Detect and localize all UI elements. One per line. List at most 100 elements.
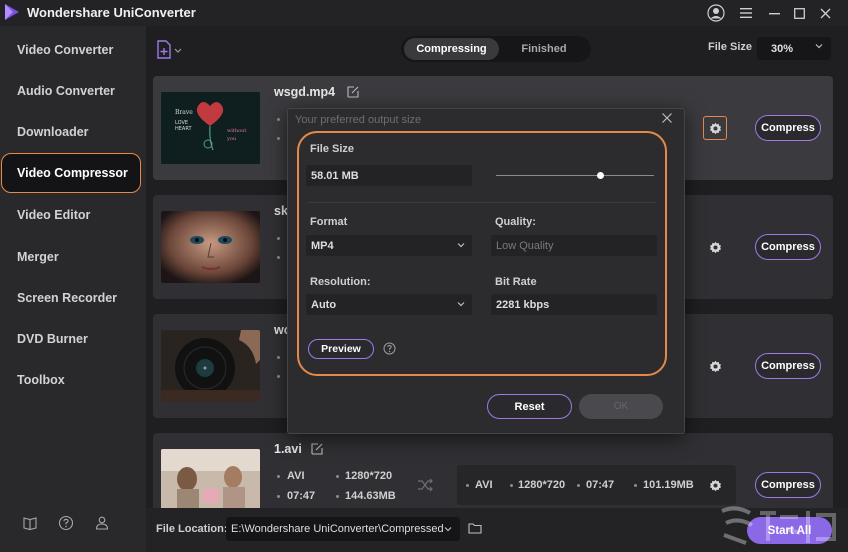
quality-placeholder: Low Quality — [496, 239, 554, 252]
settings-gear-icon[interactable] — [703, 235, 727, 259]
target-duration: 07:47 — [586, 479, 615, 491]
bullet — [277, 237, 280, 240]
users-icon[interactable] — [94, 515, 110, 531]
dialog-title: Your preferred output size — [295, 114, 422, 126]
file-name: sk — [274, 204, 288, 218]
sidebar-item-merger[interactable]: Merger — [0, 237, 146, 277]
bullet — [277, 495, 280, 498]
sidebar-item-downloader[interactable]: Downloader — [0, 112, 146, 152]
chevron-down-icon — [457, 302, 465, 307]
bullet — [277, 137, 280, 140]
file-size-value: 58.01 MB — [311, 169, 359, 182]
video-thumbnail — [161, 330, 260, 402]
sidebar-item-toolbox[interactable]: Toolbox — [0, 360, 146, 400]
svg-text:without: without — [227, 128, 246, 134]
app-logo-icon — [5, 4, 19, 20]
sidebar-item-video-compressor[interactable]: Video Compressor — [1, 153, 141, 193]
ok-button[interactable]: OK — [579, 394, 663, 419]
chevron-down-icon — [457, 243, 465, 248]
status-tabs: Compressing Finished — [401, 36, 591, 62]
svg-text:you: you — [226, 136, 237, 142]
sidebar-item-video-converter[interactable]: Video Converter — [0, 30, 146, 70]
bullet — [277, 356, 280, 359]
format-label: Format — [310, 216, 348, 228]
folder-icon[interactable] — [468, 521, 482, 535]
file-location-select[interactable]: E:\Wondershare UniConverter\Compressed — [226, 517, 460, 541]
file-size-slider-thumb[interactable] — [596, 172, 604, 179]
help-icon[interactable] — [58, 515, 74, 531]
file-size-slider[interactable] — [496, 175, 654, 176]
bullet — [277, 475, 280, 478]
bullet — [277, 375, 280, 378]
settings-gear-icon[interactable] — [703, 473, 727, 497]
edit-icon[interactable] — [311, 443, 323, 455]
svg-text:HEART: HEART — [175, 126, 192, 132]
file-name: wsgd.mp4 — [274, 85, 336, 99]
bitrate-field[interactable]: 2281 kbps — [491, 294, 657, 315]
file-size-label: File Size — [310, 143, 355, 155]
edit-icon[interactable] — [347, 86, 359, 98]
quality-field[interactable]: Low Quality — [491, 235, 657, 256]
video-thumbnail — [161, 211, 260, 283]
file-location-value: E:\Wondershare UniConverter\Compressed — [231, 523, 443, 535]
reset-button[interactable]: Reset — [487, 394, 572, 419]
tab-finished[interactable]: Finished — [501, 38, 587, 60]
close-icon[interactable] — [816, 4, 834, 22]
question-icon[interactable] — [383, 342, 396, 355]
file-name: 1.avi — [274, 442, 302, 456]
resolution-label: Resolution: — [310, 276, 371, 288]
sidebar-item-audio-converter[interactable]: Audio Converter — [0, 71, 146, 111]
settings-gear-icon[interactable] — [703, 116, 727, 140]
shuffle-arrow-icon — [418, 478, 433, 492]
compress-button[interactable]: Compress — [755, 115, 821, 141]
close-icon[interactable] — [661, 112, 673, 124]
watermark-logo — [721, 506, 836, 545]
file-size-field[interactable]: 58.01 MB — [306, 165, 472, 186]
source-size: 144.63MB — [345, 490, 396, 502]
bullet — [336, 475, 339, 478]
compress-button[interactable]: Compress — [755, 472, 821, 498]
bullet — [277, 256, 280, 259]
source-resolution: 1280*720 — [345, 470, 393, 482]
file-size-value: 30% — [771, 42, 794, 55]
source-duration: 07:47 — [287, 490, 316, 502]
chevron-down-icon — [815, 44, 823, 49]
sidebar-item-screen-recorder[interactable]: Screen Recorder — [0, 278, 146, 318]
sidebar-item-dvd-burner[interactable]: DVD Burner — [0, 319, 146, 359]
video-thumbnail — [161, 449, 260, 513]
bullet — [466, 484, 469, 487]
preview-button[interactable]: Preview — [308, 339, 374, 359]
bullet — [510, 484, 513, 487]
app-title: Wondershare UniConverter — [27, 5, 196, 20]
bullet — [277, 118, 280, 121]
file-card: 1.avi AVI 1280*720 07:47 144.63MB AVI 12… — [153, 433, 833, 513]
resolution-value: Auto — [311, 298, 337, 311]
format-select[interactable]: MP4 — [306, 235, 472, 256]
book-icon[interactable] — [22, 515, 38, 531]
source-format: AVI — [287, 470, 305, 482]
file-size-select[interactable]: 30% — [757, 37, 831, 60]
compress-button[interactable]: Compress — [755, 234, 821, 260]
compress-button[interactable]: Compress — [755, 353, 821, 379]
chevron-down-icon — [444, 527, 452, 532]
tab-compressing[interactable]: Compressing — [404, 38, 499, 60]
add-file-icon[interactable] — [156, 40, 184, 60]
bullet — [336, 495, 339, 498]
target-format: AVI — [475, 479, 493, 491]
file-size-label: File Size — [708, 41, 753, 53]
quality-label: Quality: — [495, 216, 536, 228]
menu-icon[interactable] — [737, 4, 755, 22]
target-size: 101.19MB — [643, 479, 694, 491]
bullet — [577, 484, 580, 487]
target-resolution: 1280*720 — [518, 479, 566, 491]
account-icon[interactable] — [707, 4, 725, 22]
bitrate-value: 2281 kbps — [496, 298, 550, 311]
settings-gear-icon[interactable] — [703, 354, 727, 378]
maximize-icon[interactable] — [790, 4, 808, 22]
resolution-select[interactable]: Auto — [306, 294, 472, 315]
svg-text:Brave: Brave — [175, 109, 193, 116]
minimize-icon[interactable] — [765, 4, 783, 22]
output-info-box: AVI 1280*720 07:47 101.19MB — [457, 465, 736, 505]
divider — [307, 202, 657, 203]
sidebar-item-video-editor[interactable]: Video Editor — [0, 195, 146, 235]
